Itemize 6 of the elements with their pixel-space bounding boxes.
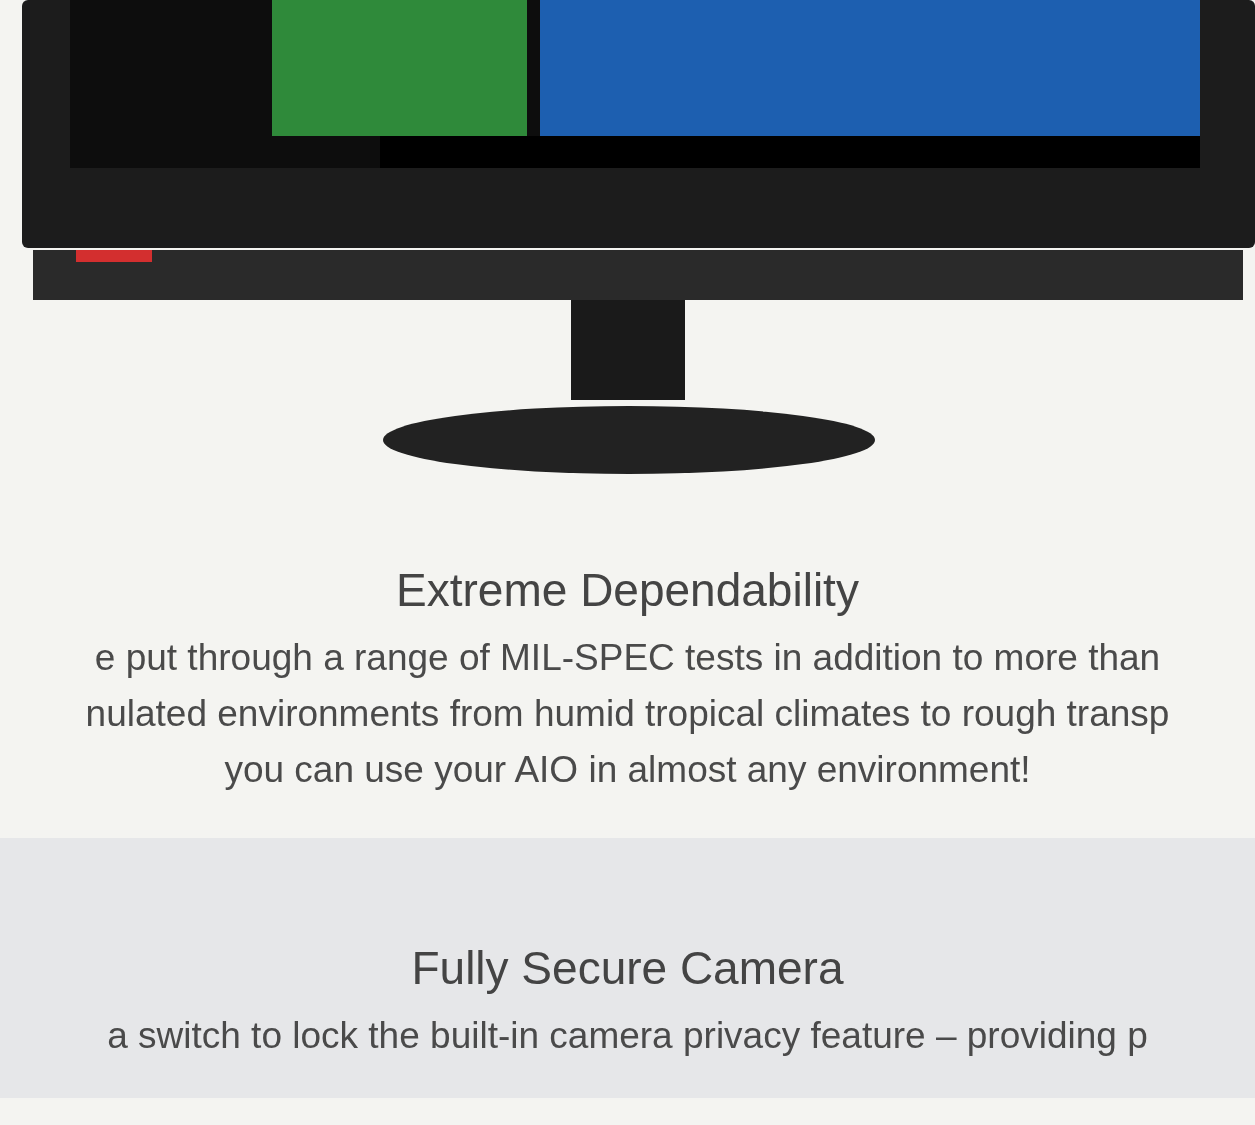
section-text: a switch to lock the built-in camera privacy feature – providing p [107, 1014, 1148, 1058]
section-heading: Fully Secure Camera [411, 941, 844, 996]
section-heading: Extreme Dependability [396, 563, 859, 618]
section-text: you can use your AIO in almost any environment! [224, 748, 1031, 792]
section-text: e put through a range of MIL-SPEC tests in addition to more than [94, 636, 1161, 680]
section-text: nulated environments from humid tropical climates to rough transp [85, 692, 1170, 736]
